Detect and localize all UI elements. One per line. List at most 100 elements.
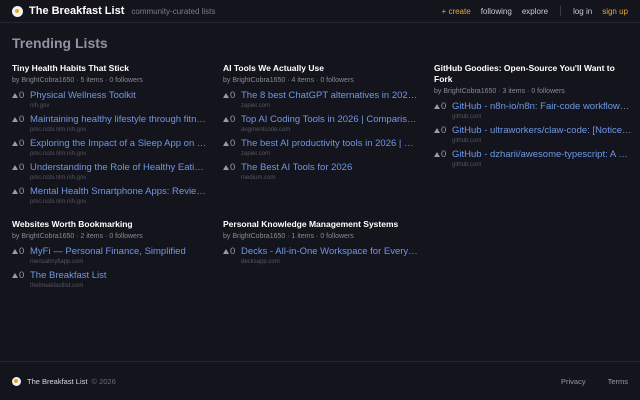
vote-control: 0 [12,137,30,150]
list-author[interactable]: BrightCobra1650 [232,233,285,240]
upvote-arrow-icon[interactable] [12,273,18,278]
item-link[interactable]: Physical Wellness Toolkit [30,89,207,102]
list-author[interactable]: BrightCobra1650 [443,88,496,95]
list-followers: 0 followers [531,88,565,95]
list-card: Personal Knowledge Management Systems by… [223,219,418,293]
list-title[interactable]: AI Tools We Actually Use [223,63,418,74]
vote-control: 0 [12,245,30,258]
list-title[interactable]: Tiny Health Habits That Stick [12,63,207,74]
upvote-arrow-icon[interactable] [12,141,18,146]
privacy-link[interactable]: Privacy [561,377,586,386]
vote-count: 0 [19,114,25,125]
footer: The Breakfast List © 2026 Privacy Terms [0,361,640,400]
list-title[interactable]: Websites Worth Bookmarking [12,219,207,230]
site-brand[interactable]: The Breakfast List [29,5,124,17]
list-item: 0 GitHub - n8n-io/n8n: Fair-code workflo… [434,100,632,122]
list-item: 0 Physical Wellness Toolkit nih.gov [12,89,207,111]
list-meta: by BrightCobra1650 · 1 items · 0 followe… [223,233,354,240]
upvote-arrow-icon[interactable] [12,165,18,170]
item-domain: github.com [452,138,482,144]
list-card: GitHub Goodies: Open-Source You'll Want … [434,63,632,209]
upvote-arrow-icon[interactable] [434,152,440,157]
vote-count: 0 [19,162,25,173]
list-item-count: 4 items [291,77,315,84]
item-link[interactable]: Exploring the Impact of a Sleep App on S… [30,137,207,150]
item-body: MyFi — Personal Finance, Simplified mens… [30,245,207,267]
vote-control: 0 [434,100,452,113]
item-body: The Breakfast List thebreakfastlist.com [30,269,207,291]
vote-control: 0 [223,245,241,258]
explore-link[interactable]: explore [522,7,548,16]
item-link[interactable]: Top AI Coding Tools in 2026 | Comparison… [241,113,418,126]
top-nav: + create following explore log in sign u… [442,6,628,16]
footer-logo-icon[interactable] [12,376,21,386]
breakfast-plate-logo-icon[interactable] [12,5,23,17]
list-item: 0 Decks - All-in-One Workspace for Every… [223,245,418,267]
site-tagline: community-curated lists [131,6,216,16]
item-link[interactable]: The Best AI Tools for 2026 [241,161,418,174]
upvote-arrow-icon[interactable] [223,249,229,254]
item-link[interactable]: GitHub - n8n-io/n8n: Fair-code workflow … [452,100,632,113]
vote-control: 0 [12,161,30,174]
item-link[interactable]: Mental Health Smartphone Apps: Review an… [30,185,207,198]
list-card: Websites Worth Bookmarking by BrightCobr… [12,219,207,293]
vote-control: 0 [12,89,30,102]
list-followers: 0 followers [320,233,354,240]
item-domain: augmentcode.com [241,127,291,133]
top-header: The Breakfast List community-curated lis… [0,0,640,23]
vote-count: 0 [19,90,25,101]
item-body: Understanding the Role of Healthy Eating… [30,161,207,183]
list-item: 0 Mental Health Smartphone Apps: Review … [12,185,207,207]
vote-control: 0 [223,137,241,150]
item-domain: zapier.com [241,103,271,109]
upvote-arrow-icon[interactable] [223,93,229,98]
page-title: Trending Lists [12,35,108,51]
item-link[interactable]: GitHub - ultraworkers/claw-code: [Notice… [452,124,632,137]
vote-count: 0 [230,138,236,149]
upvote-arrow-icon[interactable] [223,165,229,170]
item-body: The best AI productivity tools in 2026 |… [241,137,418,159]
list-title[interactable]: GitHub Goodies: Open-Source You'll Want … [434,63,632,85]
upvote-arrow-icon[interactable] [223,141,229,146]
upvote-arrow-icon[interactable] [434,128,440,133]
upvote-arrow-icon[interactable] [12,249,18,254]
list-item: 0 MyFi — Personal Finance, Simplified me… [12,245,207,267]
login-link[interactable]: log in [573,7,592,16]
item-link[interactable]: The best AI productivity tools in 2026 |… [241,137,418,150]
vote-count: 0 [19,138,25,149]
list-author[interactable]: BrightCobra1650 [232,77,285,84]
list-followers: 0 followers [320,77,354,84]
list-item-count: 1 items [291,233,315,240]
list-item: 0 Understanding the Role of Healthy Eati… [12,161,207,183]
following-link[interactable]: following [481,7,512,16]
terms-link[interactable]: Terms [608,377,628,386]
vote-count: 0 [230,114,236,125]
item-link[interactable]: Maintaining healthy lifestyle through fi… [30,113,207,126]
footer-brand[interactable]: The Breakfast List [27,377,87,386]
list-title[interactable]: Personal Knowledge Management Systems [223,219,418,230]
upvote-arrow-icon[interactable] [12,117,18,122]
vote-control: 0 [223,161,241,174]
item-body: GitHub - ultraworkers/claw-code: [Notice… [452,124,632,146]
item-link[interactable]: The Breakfast List [30,269,207,282]
vote-count: 0 [19,246,25,257]
item-link[interactable]: Decks - All-in-One Workspace for Every P… [241,245,418,258]
upvote-arrow-icon[interactable] [12,189,18,194]
item-link[interactable]: Understanding the Role of Healthy Eating… [30,161,207,174]
list-item: 0 The Best AI Tools for 2026 medium.com [223,161,418,183]
list-meta: by BrightCobra1650 · 4 items · 0 followe… [223,77,354,84]
upvote-arrow-icon[interactable] [12,93,18,98]
item-link[interactable]: MyFi — Personal Finance, Simplified [30,245,207,258]
create-link[interactable]: + create [442,7,471,16]
signup-link[interactable]: sign up [602,7,628,16]
upvote-arrow-icon[interactable] [434,104,440,109]
list-author[interactable]: BrightCobra1650 [21,233,74,240]
item-link[interactable]: GitHub - dzharii/awesome-typescript: A c… [452,148,632,161]
item-body: Mental Health Smartphone Apps: Review an… [30,185,207,207]
item-link[interactable]: The 8 best ChatGPT alternatives in 2026 … [241,89,418,102]
list-author[interactable]: BrightCobra1650 [21,77,74,84]
list-followers: 0 followers [109,77,143,84]
list-meta: by BrightCobra1650 · 5 items · 0 followe… [12,77,143,84]
upvote-arrow-icon[interactable] [223,117,229,122]
list-item-count: 5 items [80,77,104,84]
